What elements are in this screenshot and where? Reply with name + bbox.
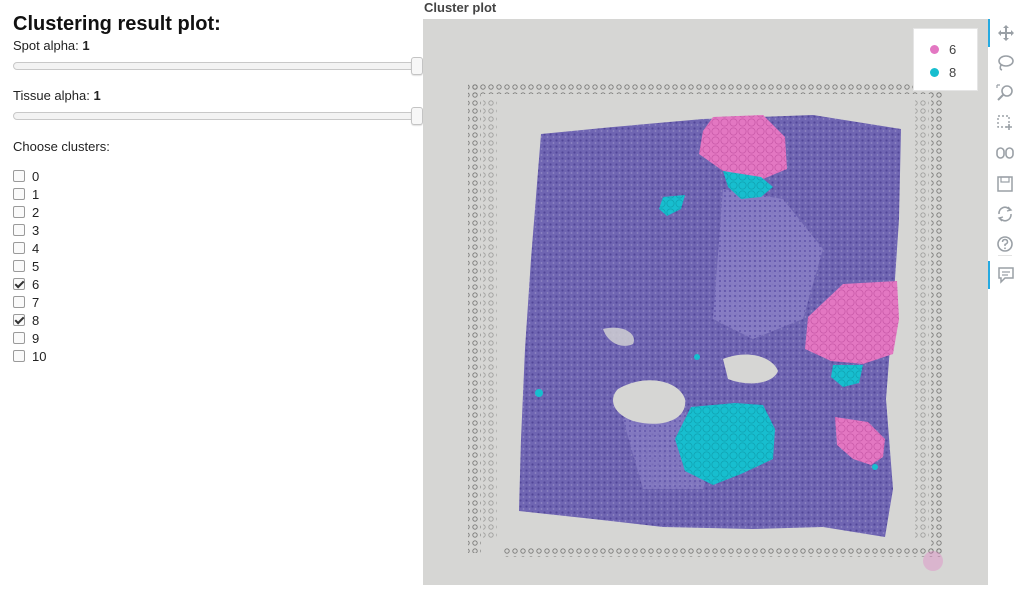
tissue-alpha-slider[interactable] — [13, 107, 423, 125]
cluster-plot[interactable]: 6 8 — [423, 19, 988, 585]
tissue-alpha-value: 1 — [93, 88, 101, 103]
legend-swatch — [930, 45, 939, 54]
spot-alpha-label-text: Spot alpha: — [13, 38, 79, 53]
checkbox[interactable] — [13, 296, 25, 308]
checkbox-label[interactable]: 7 — [32, 295, 39, 310]
checkbox-label[interactable]: 1 — [32, 187, 39, 202]
checkbox-label[interactable]: 0 — [32, 169, 39, 184]
checkbox-label[interactable]: 6 — [32, 277, 39, 292]
checkbox[interactable] — [13, 260, 25, 272]
spot-alpha-slider[interactable] — [13, 57, 423, 75]
help-icon — [997, 236, 1013, 252]
page-title: Clustering result plot: — [13, 13, 221, 35]
checkbox[interactable] — [13, 350, 25, 362]
cluster-checkbox-9[interactable]: 9 — [13, 329, 423, 347]
choose-clusters-label: Choose clusters: — [13, 139, 110, 154]
slider-handle[interactable] — [411, 107, 423, 125]
plot-legend: 6 8 — [913, 28, 978, 91]
save-tool[interactable] — [988, 170, 1022, 198]
checkbox[interactable] — [13, 242, 25, 254]
legend-item: 6 — [930, 42, 956, 57]
spot-alpha-value: 1 — [82, 38, 90, 53]
cluster-checkbox-2[interactable]: 2 — [13, 203, 423, 221]
cluster-checkbox-0[interactable]: 0 — [13, 167, 423, 185]
wheel-zoom-icon — [996, 84, 1013, 101]
cluster-checkbox-1[interactable]: 1 — [13, 185, 423, 203]
checkbox-label[interactable]: 8 — [32, 313, 39, 328]
checkbox[interactable] — [13, 278, 25, 290]
cluster-checkbox-7[interactable]: 7 — [13, 293, 423, 311]
box-select-icon — [997, 115, 1012, 130]
pan-icon — [998, 25, 1014, 41]
legend-label: 8 — [949, 65, 957, 80]
legend-swatch — [930, 68, 939, 77]
checkbox-label[interactable]: 9 — [32, 331, 39, 346]
checkbox[interactable] — [13, 206, 25, 218]
controls-panel: Clustering result plot: Spot alpha: 1 Ti… — [13, 12, 423, 365]
cluster-checkbox-4[interactable]: 4 — [13, 239, 423, 257]
plot-title: Cluster plot — [424, 0, 497, 15]
lasso-select-icon — [998, 55, 1014, 71]
cluster-checkbox-10[interactable]: 10 — [13, 347, 423, 365]
hover-icon — [998, 267, 1014, 284]
checkbox-label[interactable]: 4 — [32, 241, 39, 256]
link-icon — [996, 147, 1014, 159]
checkbox-label[interactable]: 3 — [32, 223, 39, 238]
tissue-alpha-label: Tissue alpha: 1 — [13, 88, 423, 104]
hover-tool[interactable] — [988, 261, 1022, 289]
legend-item: 8 — [930, 65, 956, 80]
slider-track[interactable] — [13, 112, 418, 120]
checkbox[interactable] — [13, 224, 25, 236]
cluster-checkbox-8[interactable]: 8 — [13, 311, 423, 329]
checkbox[interactable] — [13, 170, 25, 182]
checkbox[interactable] — [13, 332, 25, 344]
checkbox-label[interactable]: 5 — [32, 259, 39, 274]
reset-tool[interactable] — [988, 200, 1022, 228]
cluster-checkbox-3[interactable]: 3 — [13, 221, 423, 239]
lasso-select-tool[interactable] — [988, 49, 1022, 77]
plot-toolbar — [988, 19, 1022, 319]
spot-alpha-label: Spot alpha: 1 — [13, 38, 423, 54]
tissue-image — [423, 19, 988, 585]
reset-icon — [997, 206, 1013, 222]
link-tool[interactable] — [988, 139, 1022, 167]
checkbox[interactable] — [13, 314, 25, 326]
wheel-zoom-tool[interactable] — [988, 79, 1022, 107]
checkbox-label[interactable]: 2 — [32, 205, 39, 220]
legend-label: 6 — [949, 42, 957, 57]
tissue-alpha-label-text: Tissue alpha: — [13, 88, 90, 103]
box-select-tool[interactable] — [988, 109, 1022, 137]
checkbox-label[interactable]: 10 — [32, 349, 46, 364]
checkbox[interactable] — [13, 188, 25, 200]
slider-handle[interactable] — [411, 57, 423, 75]
help-tool[interactable] — [988, 230, 1022, 258]
pan-tool[interactable] — [988, 19, 1022, 47]
cluster-checkbox-group: 0 1 2 3 4 5 6 7 8 9 10 — [13, 167, 423, 365]
save-icon — [997, 176, 1013, 192]
cluster-checkbox-5[interactable]: 5 — [13, 257, 423, 275]
cluster-checkbox-6[interactable]: 6 — [13, 275, 423, 293]
slider-track[interactable] — [13, 62, 418, 70]
